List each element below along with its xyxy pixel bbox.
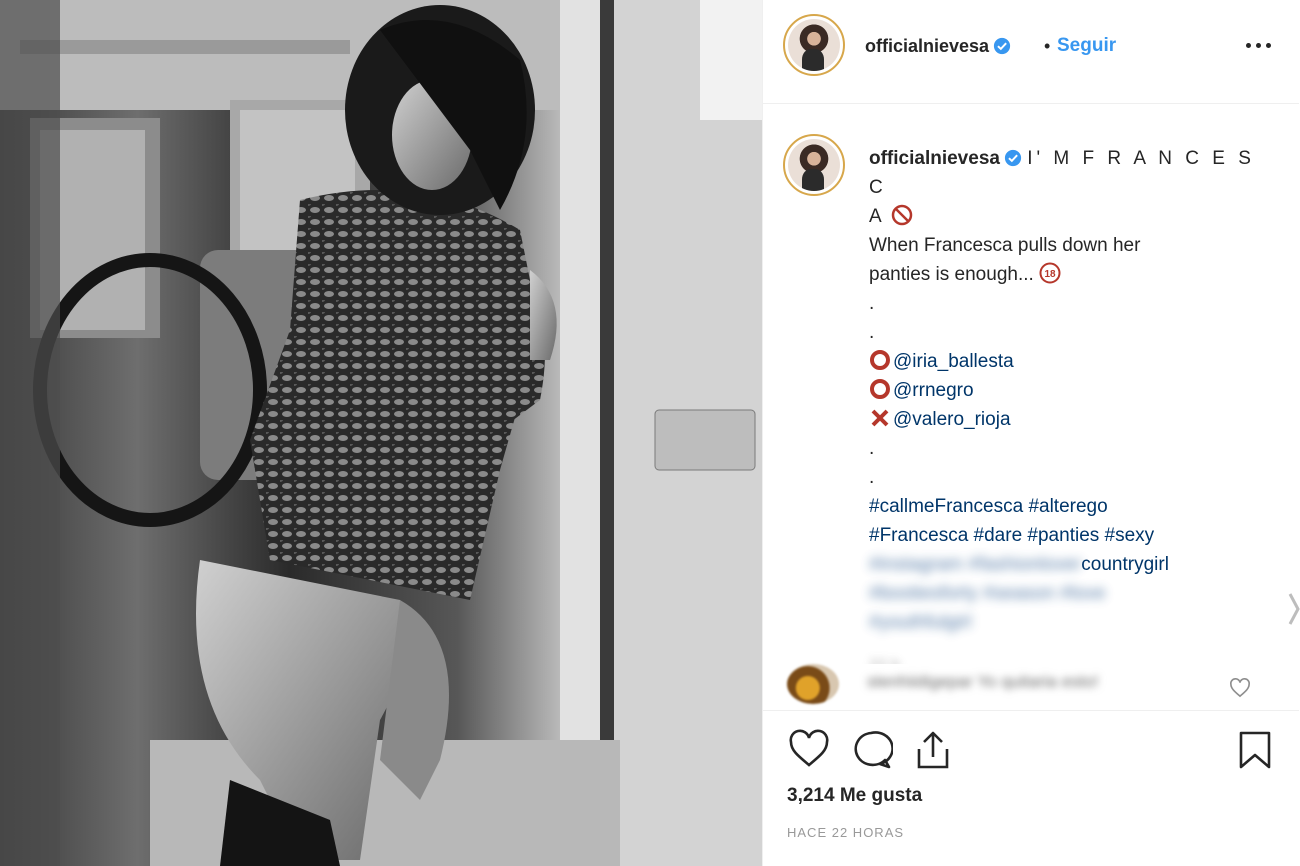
caption-dot: . (869, 322, 875, 343)
caption-dot: . (869, 467, 875, 488)
likes-count[interactable]: 3,214 Me gusta (787, 785, 922, 807)
mention-link[interactable]: @valero_rioja (893, 409, 1011, 430)
next-arrow-icon[interactable] (1288, 592, 1300, 626)
post-header: officialnievesa • Seguir (763, 0, 1299, 104)
profile-avatar[interactable] (783, 14, 845, 76)
verified-badge-icon (993, 37, 1011, 55)
blurred-hashtags: #instagram #fashionlover (869, 554, 1082, 575)
comment-like-heart-icon[interactable] (1229, 678, 1251, 698)
post-photo-art (0, 0, 762, 866)
hashtag-line[interactable]: #Francesca #dare #panties #sexy (869, 521, 1259, 550)
eighteen-plus-icon: 18 (1039, 262, 1061, 284)
hashtag-line[interactable]: #callmeFrancesca #alterego (869, 492, 1259, 521)
post-photo[interactable] (0, 0, 762, 866)
hashtag-line-partial: #instagram #fashionlovercountrygirl (869, 550, 1259, 579)
red-ring-icon (870, 379, 890, 399)
credit-line-2: @rrnegro (869, 376, 1259, 405)
header-username[interactable]: officialnievesa (865, 36, 1011, 57)
no-entry-icon (891, 204, 913, 226)
credit-line-1: @iria_ballesta (869, 347, 1259, 376)
follow-button[interactable]: Seguir (1057, 35, 1116, 57)
caption-avatar[interactable] (783, 134, 845, 196)
blurred-hashtags: #bootiesforty #season #love (869, 583, 1106, 604)
caption-title-line2: A (869, 206, 886, 227)
header-separator: • (1044, 36, 1051, 56)
post-actions: 3,214 Me gusta HACE 22 HORAS (763, 710, 1299, 866)
post-timestamp[interactable]: HACE 22 HORAS (787, 825, 904, 840)
caption-area: officialnievesa I' M F R A N C E S C A W… (763, 104, 1299, 664)
caption-text: officialnievesa I' M F R A N C E S C A W… (869, 144, 1259, 664)
red-cross-icon (871, 409, 889, 427)
more-options-icon[interactable] (1243, 30, 1275, 60)
mention-link[interactable]: @rrnegro (893, 380, 974, 401)
red-ring-icon (870, 350, 890, 370)
post-side-panel: officialnievesa • Seguir officialnievesa… (762, 0, 1300, 866)
share-upload-icon[interactable] (911, 729, 955, 771)
comment-bubble-icon[interactable] (849, 729, 893, 771)
caption-title-line2-row: A (869, 202, 1259, 231)
hashtag-link[interactable]: countrygirl (1081, 554, 1169, 575)
caption-dot: . (869, 438, 875, 459)
svg-text:18: 18 (1045, 269, 1057, 280)
comment-text-blurred: stenhiidigepar Yo quitaria esto! (867, 672, 1099, 691)
caption-dot: . (869, 293, 875, 314)
blurred-hashtags: #youthfulgirl (869, 612, 972, 633)
caption-first-line: officialnievesa I' M F R A N C E S C (869, 144, 1259, 202)
mention-link[interactable]: @iria_ballesta (893, 351, 1014, 372)
comment-row: stenhiidigepar Yo quitaria esto! (763, 662, 1299, 708)
verified-badge-icon (1004, 149, 1022, 167)
caption-body-line2: panties is enough... (869, 264, 1034, 285)
caption-body-line1: When Francesca pulls down her (869, 235, 1141, 256)
caption-username[interactable]: officialnievesa (869, 148, 1022, 169)
caption-body-line2-row: panties is enough... 18 (869, 260, 1259, 289)
like-heart-icon[interactable] (787, 729, 831, 771)
credit-line-3: @valero_rioja (869, 405, 1259, 434)
commenter-avatar[interactable] (787, 664, 839, 704)
save-bookmark-icon[interactable] (1233, 729, 1277, 771)
